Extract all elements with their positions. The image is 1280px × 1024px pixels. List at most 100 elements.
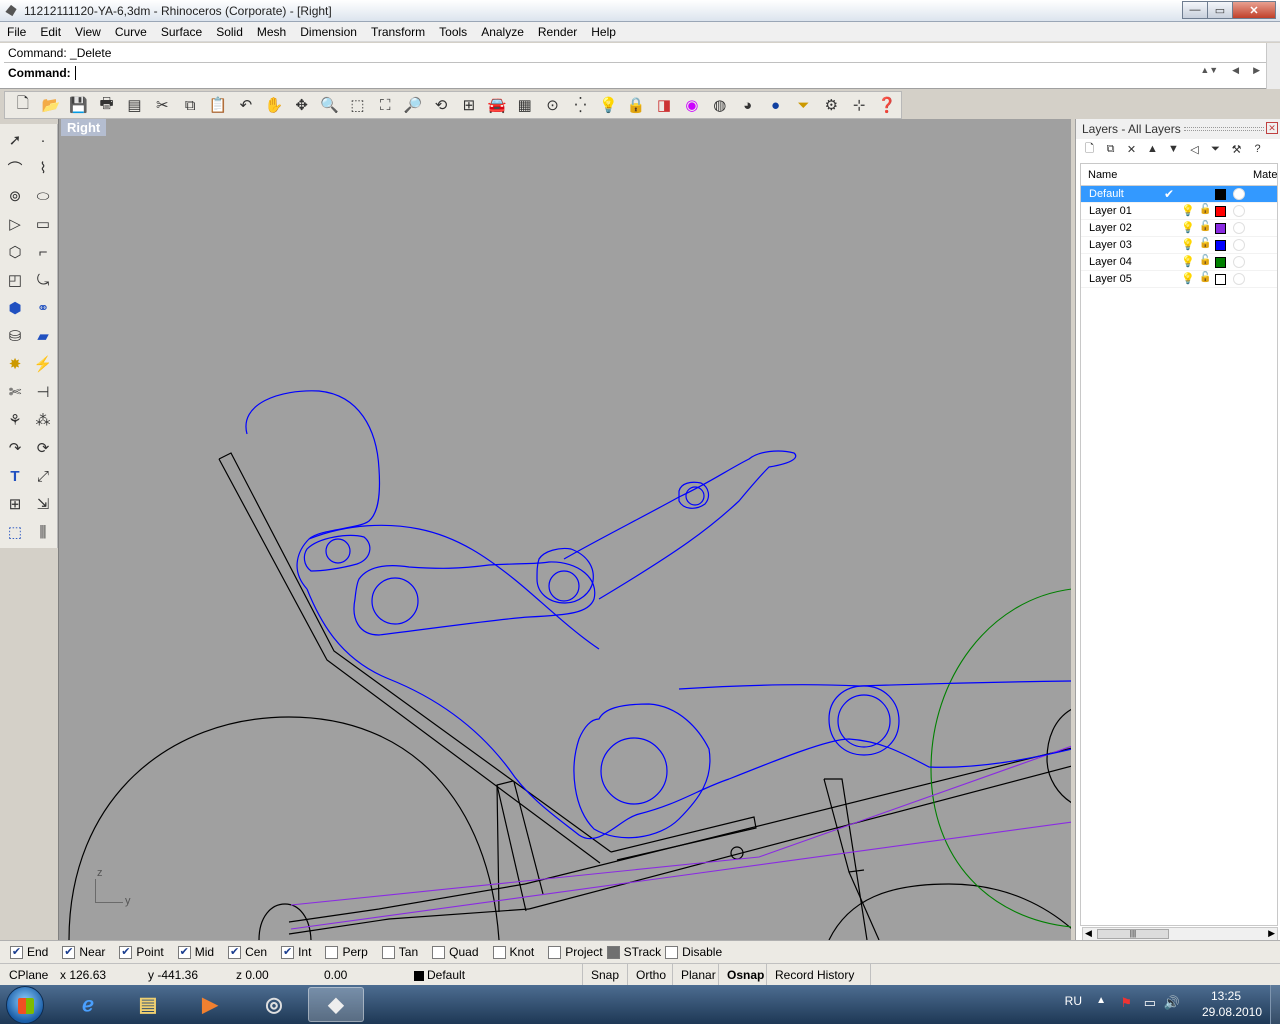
render-filter-icon[interactable]: ⏷ <box>790 93 818 117</box>
explode-icon[interactable]: ✸ <box>1 350 29 378</box>
checkbox-checked-icon[interactable]: ✔ <box>62 945 76 959</box>
layer-color-swatch[interactable] <box>1215 274 1226 285</box>
layer-color-swatch[interactable] <box>1215 189 1226 200</box>
mesh-plane-icon[interactable]: ▰ <box>29 322 57 350</box>
layer-row[interactable]: Default ✔ <box>1081 186 1277 203</box>
unlock-icon[interactable]: 🔓 <box>1199 272 1211 283</box>
osnap-disable[interactable]: Disable <box>665 945 722 959</box>
surface-corner-icon[interactable]: ◰ <box>1 266 29 294</box>
close-button[interactable]: ✕ <box>1232 1 1276 19</box>
menu-solid[interactable]: Solid <box>209 22 250 42</box>
cylinder-icon[interactable]: ⛁ <box>1 322 29 350</box>
shaded-sphere-icon[interactable]: ◕ <box>734 93 762 117</box>
layer-name[interactable]: Layer 02 <box>1089 222 1132 234</box>
material-icon[interactable] <box>1233 273 1245 285</box>
paste-icon[interactable]: 📋 <box>204 93 232 117</box>
rendered-sphere-icon[interactable]: ● <box>762 93 790 117</box>
text-icon[interactable]: T <box>1 462 29 490</box>
layer-name[interactable]: Layer 01 <box>1089 205 1132 217</box>
panel-grip[interactable] <box>1184 127 1264 131</box>
layer-color-swatch[interactable] <box>1215 206 1226 217</box>
explorer-folder-icon[interactable]: ▤ <box>120 987 176 1022</box>
pan-hand-icon[interactable]: ✋ <box>260 93 288 117</box>
help-icon[interactable]: ❓ <box>873 93 901 117</box>
light-bulb-icon[interactable]: 💡 <box>1181 272 1195 285</box>
internet-explorer-icon[interactable]: ℯ <box>60 987 116 1022</box>
lock-icon[interactable]: 🔒 <box>622 93 650 117</box>
language-indicator[interactable]: RU <box>1065 994 1082 1008</box>
undo-view-icon[interactable]: ⟲ <box>427 93 455 117</box>
move-down-icon[interactable]: ▼ <box>1166 143 1181 155</box>
zoom-window-icon[interactable]: ⬚ <box>344 93 372 117</box>
checkbox-checked-icon[interactable]: ✔ <box>228 945 242 959</box>
zoom-icon[interactable]: 🔍 <box>316 93 344 117</box>
select-arrow-icon[interactable]: ➚ <box>1 126 29 154</box>
command-line[interactable]: Command: <box>4 62 1266 82</box>
rectangle-icon[interactable]: ▭ <box>29 210 57 238</box>
boolean-union-icon[interactable]: ⚭ <box>29 294 57 322</box>
show-hidden-icons-icon[interactable]: ▲ <box>1096 995 1106 1006</box>
select-points-icon[interactable]: ⁛ <box>567 93 595 117</box>
light-bulb-icon[interactable]: 💡 <box>1181 255 1195 268</box>
ortho-toggle[interactable]: Ortho <box>627 964 674 986</box>
column-name[interactable]: Name <box>1088 169 1117 181</box>
page-setup-icon[interactable]: ▤ <box>121 93 149 117</box>
checkbox-empty-icon[interactable] <box>665 945 679 959</box>
osnap-mid[interactable]: ✔ Mid <box>177 945 214 959</box>
right-viewport[interactable]: Right z y <box>58 119 1071 940</box>
arrow-right-icon[interactable]: ▶ <box>1253 65 1260 76</box>
osnap-near[interactable]: ✔ Near <box>62 945 105 959</box>
cut-icon[interactable]: ✂ <box>148 93 176 117</box>
four-viewports-icon[interactable]: ⊞ <box>455 93 483 117</box>
layers-icon[interactable]: ◨ <box>650 93 678 117</box>
tools-icon[interactable]: ⚒ <box>1229 143 1244 156</box>
menu-help[interactable]: Help <box>584 22 623 42</box>
menu-view[interactable]: View <box>68 22 108 42</box>
zoom-extents-icon[interactable]: ⛶ <box>371 93 399 117</box>
sweep-icon[interactable]: ⤿ <box>29 266 57 294</box>
move-up-icon[interactable]: ▲ <box>1145 143 1160 155</box>
light-bulb-icon[interactable]: 💡 <box>1181 204 1195 217</box>
osnap-int[interactable]: ✔ Int <box>281 945 311 959</box>
current-layer[interactable]: Default <box>427 968 465 982</box>
checkbox-checked-icon[interactable]: ✔ <box>119 945 133 959</box>
new-sublayer-icon[interactable]: ⧉ <box>1103 143 1118 156</box>
material-icon[interactable] <box>1233 256 1245 268</box>
circle-icon[interactable]: ⊚ <box>1 182 29 210</box>
car-icon[interactable]: 🚘 <box>483 93 511 117</box>
osnap-point-icon[interactable]: ⊙ <box>539 93 567 117</box>
scroll-left-icon[interactable]: ◀ <box>1085 928 1092 939</box>
clock-time[interactable]: 13:25 <box>1196 989 1256 1003</box>
drawing-canvas[interactable] <box>59 119 1071 940</box>
contour-icon[interactable]: ⫼ <box>29 518 57 546</box>
render-box-icon[interactable]: ⬚ <box>1 518 29 546</box>
save-icon[interactable]: 💾 <box>65 93 93 117</box>
menu-surface[interactable]: Surface <box>154 22 209 42</box>
copy-icon[interactable]: ⧉ <box>176 93 204 117</box>
checkbox-checked-icon[interactable]: ✔ <box>281 945 295 959</box>
menu-file[interactable]: File <box>0 22 33 42</box>
record-history-toggle[interactable]: Record History <box>766 964 862 986</box>
layer-name[interactable]: Layer 04 <box>1089 256 1132 268</box>
split-icon[interactable]: ⚡ <box>29 350 57 378</box>
osnap-knot[interactable]: Knot <box>492 945 534 959</box>
osnap-quad[interactable]: Quad <box>432 945 479 959</box>
viewport-title[interactable]: Right <box>61 119 107 136</box>
layer-color-swatch[interactable] <box>1215 257 1226 268</box>
layer-row[interactable]: Layer 01 💡 🔓 <box>1081 203 1277 220</box>
join-icon[interactable]: ⊣ <box>29 378 57 406</box>
snap-toggle[interactable]: Snap <box>582 964 627 986</box>
point-icon[interactable]: · <box>29 126 57 154</box>
checkbox-empty-icon[interactable] <box>492 945 506 959</box>
planar-toggle[interactable]: Planar <box>672 964 724 986</box>
color-wheel-icon[interactable]: ◉ <box>678 93 706 117</box>
menu-curve[interactable]: Curve <box>108 22 154 42</box>
layers-hscrollbar[interactable]: ◀ ||| ▶ <box>1082 927 1278 941</box>
menu-edit[interactable]: Edit <box>33 22 68 42</box>
move-out-icon[interactable]: ◁ <box>1187 143 1202 156</box>
unlock-icon[interactable]: 🔓 <box>1199 238 1211 249</box>
network-icon[interactable]: ⚑ <box>1120 995 1132 1011</box>
curve-cv-icon[interactable]: ⌇ <box>29 154 57 182</box>
wireframe-sphere-icon[interactable]: ◍ <box>706 93 734 117</box>
unlock-icon[interactable]: 🔓 <box>1199 221 1211 232</box>
